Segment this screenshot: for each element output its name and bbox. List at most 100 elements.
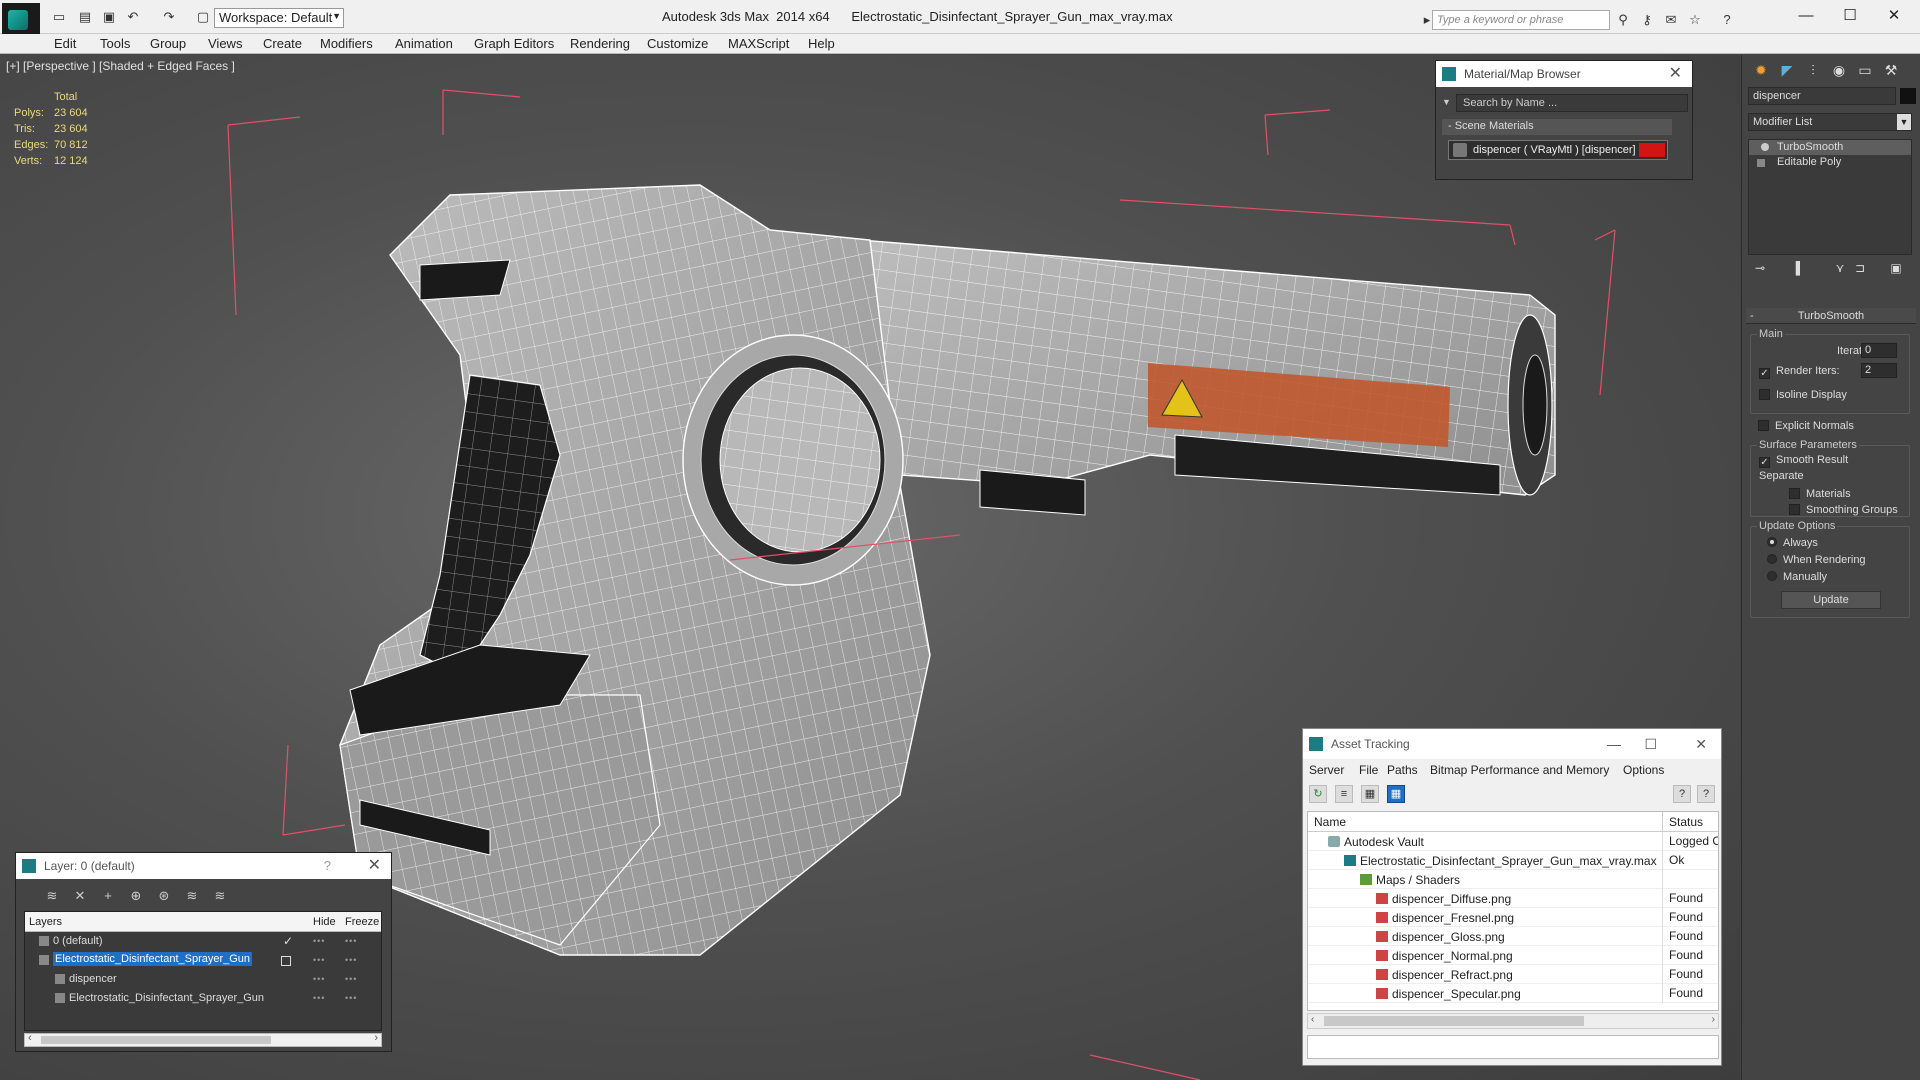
freeze-toggle[interactable]: ••• bbox=[345, 974, 357, 984]
chevron-down-icon[interactable]: ▼ bbox=[1442, 97, 1451, 107]
asset-row[interactable]: Maps / Shaders bbox=[1308, 870, 1718, 889]
always-radio[interactable]: Always bbox=[1767, 537, 1818, 549]
favorites-star-icon[interactable]: ☆ bbox=[1686, 11, 1704, 29]
manually-radio[interactable]: Manually bbox=[1767, 571, 1827, 583]
layer-row[interactable]: Electrostatic_Disinfectant_Sprayer_Gun ••… bbox=[25, 951, 381, 970]
minimize-icon[interactable]: — bbox=[1607, 729, 1621, 759]
modify-tab-icon[interactable]: ◤ bbox=[1776, 59, 1798, 81]
highlight-layer-icon[interactable]: ⊛ bbox=[154, 887, 174, 905]
redo-icon[interactable]: ↷ bbox=[160, 9, 178, 25]
close-icon[interactable]: ✕ bbox=[368, 853, 381, 879]
panel-title-bar[interactable]: Layer: 0 (default) ? ✕ bbox=[16, 853, 391, 879]
pin-stack-icon[interactable]: ⊸ bbox=[1752, 261, 1768, 279]
column-freeze[interactable]: Freeze bbox=[345, 916, 379, 928]
chevron-left-icon[interactable]: ‹ bbox=[1311, 1014, 1314, 1025]
keyword-search-input[interactable]: Type a keyword or phrase bbox=[1432, 10, 1610, 30]
menu-rendering[interactable]: Rendering bbox=[570, 36, 630, 51]
current-layer-check-icon[interactable]: ✓ bbox=[283, 934, 294, 948]
freeze-all-icon[interactable]: ≋ bbox=[210, 887, 230, 905]
menu-tools[interactable]: Tools bbox=[100, 36, 130, 51]
menu-graph-editors[interactable]: Graph Editors bbox=[474, 36, 554, 51]
asset-row[interactable]: Electrostatic_Disinfectant_Sprayer_Gun_m… bbox=[1308, 851, 1718, 870]
undo-icon[interactable]: ↶ bbox=[124, 9, 142, 25]
close-icon[interactable]: ✕ bbox=[1669, 61, 1682, 87]
delete-icon[interactable]: ✕ bbox=[70, 887, 90, 905]
layer-row[interactable]: dispencer ••• ••• bbox=[25, 970, 381, 989]
asset-row[interactable]: dispencer_Refract.png Found bbox=[1308, 965, 1718, 984]
menu-edit[interactable]: Edit bbox=[54, 36, 76, 51]
column-status[interactable]: Status bbox=[1662, 812, 1703, 832]
remove-modifier-icon[interactable]: ⊐ bbox=[1852, 261, 1868, 279]
chevron-right-icon[interactable]: › bbox=[1712, 1014, 1715, 1025]
create-tab-icon[interactable]: ✹ bbox=[1750, 59, 1772, 81]
workspace-dropdown[interactable]: Workspace: Default ▼ bbox=[214, 8, 344, 28]
freeze-toggle[interactable]: ••• bbox=[345, 993, 357, 1003]
project-folder-icon[interactable]: ▢ bbox=[194, 9, 212, 25]
menu-views[interactable]: Views bbox=[208, 36, 242, 51]
configure-sets-icon[interactable]: ▣ bbox=[1888, 261, 1904, 279]
asset-row[interactable]: dispencer_Normal.png Found bbox=[1308, 946, 1718, 965]
make-current-box-icon[interactable] bbox=[281, 956, 291, 966]
expand-box-icon[interactable] bbox=[1757, 159, 1765, 167]
hide-toggle[interactable]: ••• bbox=[313, 936, 325, 946]
add-icon[interactable]: + bbox=[98, 887, 118, 905]
asset-row[interactable]: Autodesk Vault Logged Ou bbox=[1308, 832, 1718, 851]
explicit-normals-checkbox[interactable]: Explicit Normals bbox=[1758, 420, 1854, 432]
help-icon[interactable]: ? bbox=[324, 853, 331, 879]
modifier-list-dropdown[interactable]: Modifier List ▼ bbox=[1748, 113, 1912, 131]
menu-group[interactable]: Group bbox=[150, 36, 186, 51]
chevron-right-icon[interactable]: › bbox=[374, 1032, 378, 1044]
hide-toggle[interactable]: ••• bbox=[313, 993, 325, 1003]
hide-toggle[interactable]: ••• bbox=[313, 974, 325, 984]
hierarchy-tab-icon[interactable]: ⫶ bbox=[1802, 59, 1824, 81]
menu-maxscript[interactable]: MAXScript bbox=[728, 36, 789, 51]
new-file-icon[interactable]: ▭ bbox=[50, 9, 68, 25]
update-button[interactable]: Update bbox=[1781, 591, 1881, 609]
help-icon[interactable]: ? bbox=[1718, 11, 1736, 29]
list-view-icon[interactable]: ≡ bbox=[1335, 785, 1353, 803]
subscription-icon[interactable]: ⚷ bbox=[1638, 11, 1656, 29]
when-rendering-radio[interactable]: When Rendering bbox=[1767, 554, 1866, 566]
asset-row[interactable]: dispencer_Fresnel.png Found bbox=[1308, 908, 1718, 927]
column-hide[interactable]: Hide bbox=[313, 916, 336, 928]
stack-item-editable-poly[interactable]: Editable Poly bbox=[1749, 155, 1911, 170]
close-icon[interactable]: ✕ bbox=[1695, 729, 1707, 759]
show-end-result-icon[interactable]: ▌ bbox=[1792, 261, 1808, 279]
layer-row[interactable]: 0 (default) ✓ ••• ••• bbox=[25, 932, 381, 951]
menu-animation[interactable]: Animation bbox=[395, 36, 453, 51]
select-objects-icon[interactable]: ⊕ bbox=[126, 887, 146, 905]
render-iters-checkbox[interactable]: ✓ Render Iters: bbox=[1759, 365, 1840, 379]
binoculars-icon[interactable]: ⚲ bbox=[1614, 11, 1632, 29]
utilities-tab-icon[interactable]: ⚒ bbox=[1880, 59, 1902, 81]
close-icon[interactable]: ✕ bbox=[1872, 4, 1916, 28]
make-unique-icon[interactable]: ⋎ bbox=[1832, 261, 1848, 279]
asset-row[interactable]: dispencer_Specular.png Found bbox=[1308, 984, 1718, 1003]
menu-create[interactable]: Create bbox=[263, 36, 302, 51]
thumbnail-view-icon[interactable]: ▦ bbox=[1361, 785, 1379, 803]
layer-row[interactable]: Electrostatic_Disinfectant_Sprayer_Gun ••… bbox=[25, 989, 381, 1008]
smooth-result-checkbox[interactable]: ✓ Smooth Result bbox=[1759, 454, 1848, 468]
viewport-label[interactable]: [+] [Perspective ] [Shaded + Edged Faces… bbox=[6, 59, 235, 73]
communication-icon[interactable]: ✉ bbox=[1662, 11, 1680, 29]
materials-checkbox[interactable]: Materials bbox=[1789, 488, 1851, 500]
chevron-left-icon[interactable]: ‹ bbox=[28, 1032, 32, 1044]
menu-customize[interactable]: Customize bbox=[647, 36, 708, 51]
asset-row[interactable]: dispencer_Gloss.png Found bbox=[1308, 927, 1718, 946]
menu-options[interactable]: Options bbox=[1623, 763, 1664, 777]
maximize-icon[interactable]: ☐ bbox=[1828, 4, 1872, 28]
open-file-icon[interactable]: ▤ bbox=[76, 9, 94, 25]
help-icon[interactable]: ? bbox=[1673, 785, 1691, 803]
layers-stack-icon[interactable]: ≋ bbox=[42, 887, 62, 905]
menu-modifiers[interactable]: Modifiers bbox=[320, 36, 373, 51]
scrollbar-thumb[interactable] bbox=[1324, 1016, 1584, 1026]
scrollbar-thumb[interactable] bbox=[41, 1036, 271, 1044]
horizontal-scrollbar[interactable]: ‹ › bbox=[24, 1032, 382, 1047]
menu-help[interactable]: Help bbox=[808, 36, 835, 51]
scene-materials-group[interactable]: - Scene Materials bbox=[1442, 119, 1672, 135]
rollout-header[interactable]: - TurboSmooth bbox=[1746, 308, 1916, 324]
material-item[interactable]: dispencer ( VRayMtl ) [dispencer] bbox=[1448, 140, 1668, 160]
lightbulb-icon[interactable] bbox=[1761, 143, 1769, 151]
freeze-toggle[interactable]: ••• bbox=[345, 955, 357, 965]
render-iters-spinner[interactable]: 2 bbox=[1861, 363, 1897, 378]
object-name-field[interactable]: dispencer bbox=[1748, 87, 1896, 105]
